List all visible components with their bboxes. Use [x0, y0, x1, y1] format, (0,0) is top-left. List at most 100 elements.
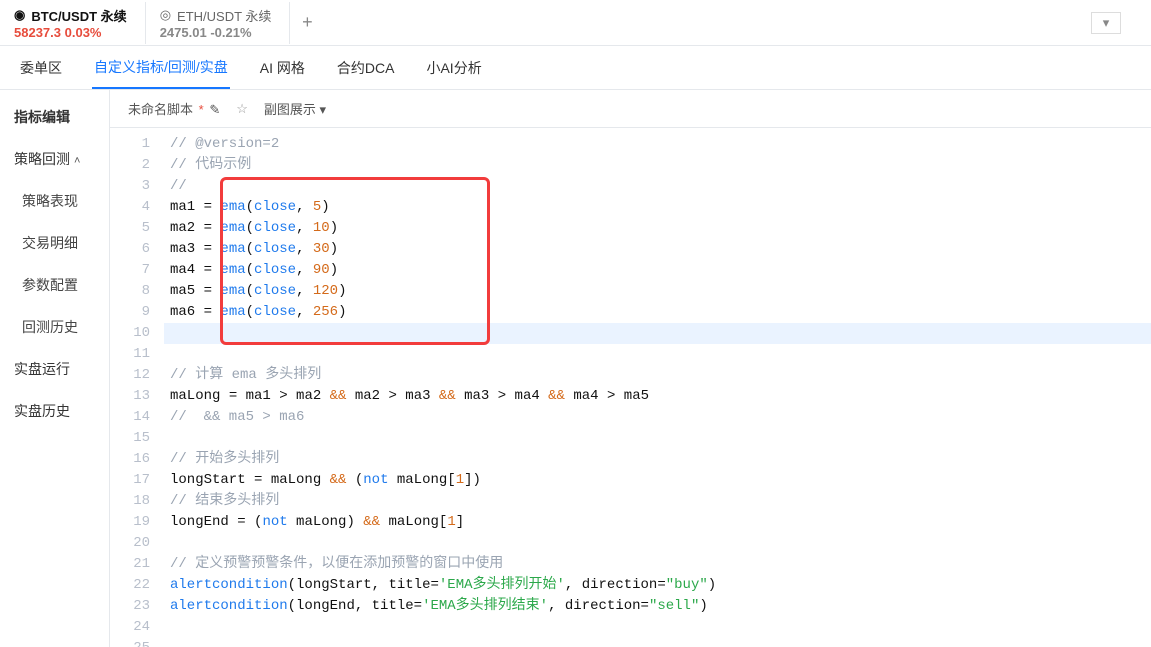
market-pair-label: BTC/USDT 永续: [31, 6, 126, 25]
code-line[interactable]: //: [164, 176, 1151, 197]
code-line[interactable]: maLong = ma1 > ma2 && ma2 > ma3 && ma3 >…: [164, 386, 1151, 407]
code-token: 90: [313, 262, 330, 278]
star-icon[interactable]: ☆: [236, 101, 248, 117]
market-pair-label: ETH/USDT 永续: [177, 6, 271, 25]
code-token: [: [447, 472, 455, 488]
code-token: ): [699, 598, 707, 614]
code-token: ema: [220, 262, 245, 278]
code-line[interactable]: alertcondition(longStart, title='EMA多头排列…: [164, 575, 1151, 596]
code-line[interactable]: [164, 638, 1151, 647]
code-token: >: [388, 388, 405, 404]
line-number: 15: [110, 428, 164, 449]
code-token: not: [363, 472, 397, 488]
sub-view-button[interactable]: 副图展示 ▾: [264, 99, 326, 118]
code-line[interactable]: [164, 617, 1151, 638]
code-line[interactable]: [164, 533, 1151, 554]
line-number: 3: [110, 176, 164, 197]
code-token: ,: [296, 199, 313, 215]
code-token: // && ma5 > ma6: [170, 409, 304, 425]
sidebar-item-indicator-edit[interactable]: 指标编辑: [0, 96, 109, 138]
code-token: ): [708, 577, 716, 593]
line-number: 8: [110, 281, 164, 302]
sidebar-item-performance[interactable]: 策略表现: [0, 180, 109, 222]
code-line[interactable]: ma5 = ema(close, 120): [164, 281, 1151, 302]
code-token: title: [372, 598, 414, 614]
code-line[interactable]: [164, 323, 1151, 344]
market-tab-bar: ◉ BTC/USDT 永续 58237.3 0.03% ◎ ETH/USDT 永…: [0, 0, 1151, 46]
crypto-icon: ◎: [160, 7, 171, 23]
market-price: 58237.3: [14, 25, 61, 40]
code-token: ,: [296, 241, 313, 257]
menu-custom-indicator[interactable]: 自定义指标/回测/实盘: [92, 47, 230, 89]
sidebar-item-trade-detail[interactable]: 交易明细: [0, 222, 109, 264]
code-line[interactable]: longStart = maLong && (not maLong[1]): [164, 470, 1151, 491]
code-line[interactable]: ma3 = ema(close, 30): [164, 239, 1151, 260]
code-line[interactable]: ma4 = ema(close, 90): [164, 260, 1151, 281]
code-token: close: [254, 283, 296, 299]
code-lines[interactable]: // @version=2// 代码示例// ma1 = ema(close, …: [164, 128, 1151, 647]
code-token: =: [204, 220, 221, 236]
code-token: ): [330, 262, 338, 278]
menu-contract-dca[interactable]: 合约DCA: [335, 48, 397, 88]
code-token: maLong: [397, 472, 447, 488]
sub-view-label: 副图展示: [264, 102, 316, 117]
code-token: ma2: [170, 220, 204, 236]
code-line[interactable]: // @version=2: [164, 134, 1151, 155]
sidebar-item-live-history[interactable]: 实盘历史: [0, 390, 109, 432]
code-token: ema: [220, 199, 245, 215]
code-token: ,: [355, 598, 372, 614]
code-token: ma4: [170, 262, 204, 278]
code-token: ,: [548, 598, 565, 614]
line-number: 24: [110, 617, 164, 638]
code-token: // 计算 ema 多头排列: [170, 367, 321, 383]
sidebar-item-backtest[interactable]: 策略回测˄: [0, 138, 109, 180]
code-line[interactable]: // 代码示例: [164, 155, 1151, 176]
code-line[interactable]: // 开始多头排列: [164, 449, 1151, 470]
pencil-icon: ✎: [209, 102, 220, 117]
header-dropdown[interactable]: ▾: [1091, 12, 1121, 34]
code-line[interactable]: [164, 344, 1151, 365]
code-line[interactable]: alertcondition(longEnd, title='EMA多头排列结束…: [164, 596, 1151, 617]
code-token: longEnd: [170, 514, 237, 530]
code-line[interactable]: ma1 = ema(close, 5): [164, 197, 1151, 218]
line-number: 25: [110, 638, 164, 647]
code-token: (: [246, 304, 254, 320]
line-number: 21: [110, 554, 164, 575]
code-line[interactable]: // && ma5 > ma6: [164, 407, 1151, 428]
code-token: 1: [456, 472, 464, 488]
code-token: alertcondition: [170, 577, 288, 593]
code-line[interactable]: longEnd = (not maLong) && maLong[1]: [164, 512, 1151, 533]
market-tab-btc[interactable]: ◉ BTC/USDT 永续 58237.3 0.03%: [0, 2, 146, 44]
code-editor[interactable]: 1234567891011121314151617181920212223242…: [110, 128, 1151, 647]
code-token: // 定义预警预警条件，以便在添加预警的窗口中使用: [170, 556, 503, 572]
code-token: maLong: [271, 472, 330, 488]
code-token: direction: [565, 598, 641, 614]
code-line[interactable]: ma2 = ema(close, 10): [164, 218, 1151, 239]
market-price: 2475.01: [160, 25, 207, 40]
menu-mini-ai[interactable]: 小AI分析: [424, 48, 483, 88]
code-token: "buy": [666, 577, 708, 593]
code-line[interactable]: // 结束多头排列: [164, 491, 1151, 512]
sidebar-item-backtest-history[interactable]: 回测历史: [0, 306, 109, 348]
code-token: ,: [296, 262, 313, 278]
sidebar-item-live-run[interactable]: 实盘运行: [0, 348, 109, 390]
code-line[interactable]: ma6 = ema(close, 256): [164, 302, 1151, 323]
sidebar-item-param-config[interactable]: 参数配置: [0, 264, 109, 306]
code-line[interactable]: [164, 428, 1151, 449]
menu-orders[interactable]: 委单区: [18, 48, 64, 88]
code-line[interactable]: // 计算 ema 多头排列: [164, 365, 1151, 386]
code-token: ): [330, 241, 338, 257]
code-token: // 结束多头排列: [170, 493, 279, 509]
code-token: (: [355, 472, 363, 488]
editor-area: 未命名脚本 * ✎ ☆ 副图展示 ▾ 123456789101112131415…: [110, 90, 1151, 647]
add-tab-button[interactable]: +: [290, 6, 324, 40]
code-token: =: [204, 283, 221, 299]
code-token: maLong: [170, 388, 229, 404]
code-token: =: [204, 262, 221, 278]
script-name[interactable]: 未命名脚本 * ✎: [128, 99, 220, 118]
market-tab-eth[interactable]: ◎ ETH/USDT 永续 2475.01 -0.21%: [146, 2, 291, 44]
code-line[interactable]: // 定义预警预警条件，以便在添加预警的窗口中使用: [164, 554, 1151, 575]
menu-ai-grid[interactable]: AI 网格: [258, 48, 307, 88]
line-number: 5: [110, 218, 164, 239]
line-number: 19: [110, 512, 164, 533]
